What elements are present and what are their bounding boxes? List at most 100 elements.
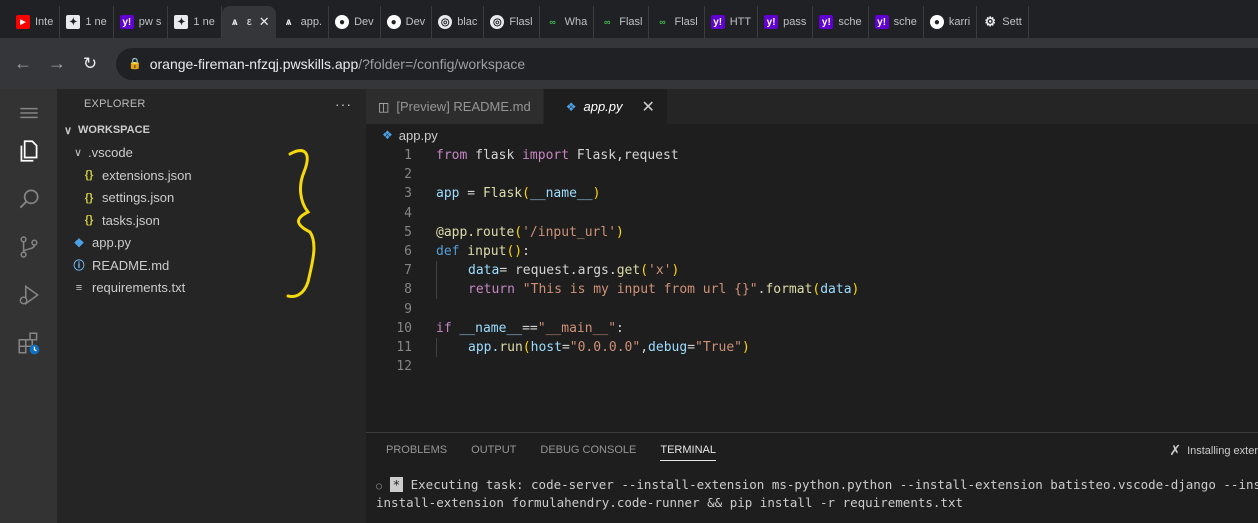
code-line: 7 data= request.args.get('x') (366, 261, 1258, 281)
search-icon[interactable] (0, 175, 57, 223)
browser-tab[interactable]: ѧ app. (276, 6, 330, 38)
code-editor[interactable]: 1 from flask import Flask,request 2 3 ap… (366, 146, 1258, 376)
code-token: ( (514, 224, 523, 240)
browser-tab[interactable]: ∞ Wha (540, 6, 595, 38)
browser-tab[interactable]: y! sche (813, 6, 869, 38)
code-token: ) (616, 224, 624, 240)
install-status: ✗ Installing exter (1169, 442, 1258, 459)
close-icon[interactable]: ✕ (259, 14, 270, 30)
browser-tab-title: app. (300, 16, 323, 28)
code-line: 4 (366, 204, 1258, 223)
line-number: 3 (404, 186, 412, 202)
workspace-label: WORKSPACE (78, 124, 150, 137)
code-token: Flask (482, 186, 523, 202)
tab-output[interactable]: OUTPUT (471, 444, 516, 456)
browser-tab[interactable]: ● Dev (329, 6, 381, 38)
indent-guide (436, 337, 468, 357)
browser-tab[interactable]: ∞ Flasl (649, 6, 705, 38)
yahoo-icon: y! (764, 15, 779, 29)
source-control-icon[interactable] (0, 223, 57, 271)
code-token: ) (741, 339, 750, 355)
github-icon: ● (929, 15, 944, 29)
yahoo-icon: y! (819, 15, 834, 29)
browser-tab-title: 1 ne (85, 16, 107, 28)
code-token: return (468, 282, 515, 298)
browser-tab-title: Wha (564, 16, 588, 28)
chevron-down-icon: ∨ (73, 147, 83, 160)
code-token: , (640, 339, 649, 355)
browser-tab-title: pw s (138, 16, 162, 28)
code-token: "__main__" (537, 320, 617, 336)
breadcrumb-file[interactable]: app.py (399, 128, 438, 143)
browser-tab-title: sche (893, 16, 917, 28)
code-token: __name__ (451, 320, 523, 336)
tab-terminal[interactable]: TERMINAL (660, 444, 716, 461)
bottom-panel: PROBLEMS OUTPUT DEBUG CONSOLE TERMINAL ✗… (366, 432, 1258, 523)
file-label: requirements.txt (92, 280, 186, 296)
code-line: 11 app.run(host="0.0.0.0",debug="True") (366, 337, 1258, 357)
reload-icon[interactable]: ↻ (82, 54, 98, 74)
workspace-section[interactable]: ∨ WORKSPACE (57, 119, 366, 142)
address-bar[interactable]: 🔒 orange-fireman-nfzqj.pwskills.app/?fol… (116, 47, 1258, 80)
browser-tab[interactable]: ◎ blac (432, 6, 485, 38)
browser-tab[interactable]: ✦ 1 ne (60, 6, 114, 38)
code-token: input (459, 244, 507, 260)
browser-tab[interactable]: y! sche (869, 6, 924, 38)
code-token: ( (640, 263, 649, 279)
chatgpt-icon: ✦ (174, 15, 189, 29)
code-token: get (616, 263, 641, 279)
editor-tabs: ◫ [Preview] README.md ❖ app.py ✕ (366, 89, 1258, 124)
chrome-icon: ◎ (490, 15, 505, 29)
code-token: : (522, 244, 530, 260)
code-token: ) (851, 282, 860, 298)
forward-icon[interactable]: → (48, 53, 66, 74)
code-token: "This is my input from url {}" (514, 282, 758, 298)
green-icon: ∞ (604, 17, 611, 27)
terminal-output[interactable]: ○ * Executing task: code-server --instal… (366, 467, 1258, 511)
tab-problems[interactable]: PROBLEMS (386, 444, 447, 456)
breadcrumb: ❖ app.py (366, 124, 1258, 146)
green-icon: ∞ (549, 17, 556, 27)
code-token: ) (671, 263, 680, 279)
browser-tab[interactable]: y! HTT (705, 6, 759, 38)
browser-tab[interactable]: y! pass (758, 6, 814, 38)
extensions-icon[interactable] (0, 319, 57, 367)
python-file-icon: ❖ (73, 235, 85, 250)
run-debug-icon[interactable] (0, 271, 57, 319)
explorer-title: EXPLORER (84, 98, 146, 110)
browser-tab[interactable]: ѧ ε ✕ (221, 6, 276, 38)
browser-tab[interactable]: ✦ 1 ne (168, 6, 222, 38)
code-line: 5 @app.route('/input_url') (366, 223, 1258, 242)
line-number: 10 (396, 320, 412, 336)
code-token: = (459, 186, 483, 202)
line-number: 2 (404, 167, 412, 183)
tab-readme-preview[interactable]: ◫ [Preview] README.md (366, 89, 544, 124)
code-line: 2 (366, 165, 1258, 184)
code-token: : (616, 320, 624, 336)
browser-tab[interactable]: ● Dev (381, 6, 433, 38)
browser-tab[interactable]: ∞ Flasl (594, 6, 650, 38)
browser-tab[interactable]: ● karri (924, 6, 978, 38)
code-token: () (506, 244, 523, 260)
browser-tab[interactable]: y! pw s (114, 6, 169, 38)
line-number: 9 (404, 301, 412, 317)
browser-tab[interactable]: ⚙ Sett (977, 6, 1029, 38)
browser-tab-title: Dev (354, 16, 374, 28)
code-line: 6 def input(): (366, 242, 1258, 261)
yahoo-icon: y! (119, 15, 134, 29)
chatgpt-icon: ✦ (66, 15, 81, 29)
browser-tab[interactable]: ◎ Flasl (484, 6, 540, 38)
close-icon[interactable]: ✕ (642, 97, 655, 117)
browser-toolbar: ← → ↻ 🔒 orange-fireman-nfzqj.pwskills.ap… (0, 38, 1258, 89)
preview-icon: ◫ (378, 99, 390, 114)
browser-tab[interactable]: ▶ Inte (10, 6, 61, 38)
explorer-icon[interactable] (0, 127, 57, 175)
code-token: from (436, 148, 468, 164)
terminal-line: Executing task: code-server --install-ex… (403, 477, 1258, 492)
back-icon[interactable]: ← (14, 53, 32, 74)
tab-app-py[interactable]: ❖ app.py ✕ (543, 89, 668, 124)
more-actions-icon[interactable]: ··· (335, 96, 352, 112)
tab-debug-console[interactable]: DEBUG CONSOLE (540, 444, 636, 456)
gear-icon: ⚙ (984, 14, 997, 29)
line-number: 12 (396, 359, 412, 375)
